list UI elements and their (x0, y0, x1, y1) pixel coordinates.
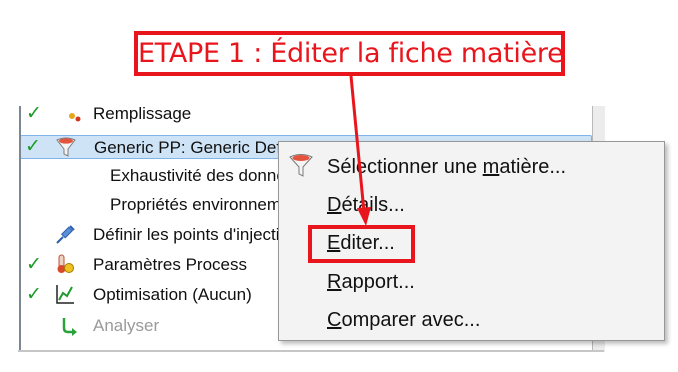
menu-item-select-material[interactable]: Sélectionner une matière... (327, 152, 566, 182)
optimization-chart-icon (56, 285, 74, 304)
injection-syringe-icon (56, 225, 75, 244)
menu-item-report[interactable]: Rapport... (327, 267, 415, 297)
tree-item-injection-points[interactable]: Définir les points d'injection (18, 223, 318, 247)
check-icon: ✓ (26, 106, 42, 124)
menu-item-compare[interactable]: Comparer avec... (327, 305, 480, 335)
tree-item-completeness[interactable]: Exhaustivité des données (18, 164, 318, 188)
tree-item-environment[interactable]: Propriétés environnementales (18, 193, 336, 217)
edit-highlight-box (308, 225, 415, 263)
tree-left-border (19, 106, 21, 352)
tree-item-optimization[interactable]: ✓ Optimisation (Aucun) (18, 283, 318, 307)
menu-item-details[interactable]: Détails... (327, 190, 405, 220)
tree-item-analyze[interactable]: Analyser (18, 314, 318, 338)
step-callout: ETAPE 1 : Éditer la fiche matière (134, 31, 565, 76)
check-icon: ✓ (26, 254, 42, 275)
check-icon: ✓ (26, 284, 42, 305)
fill-icon (69, 113, 81, 122)
process-thermometer-icon (57, 254, 74, 273)
tree-item-remplissage[interactable]: ✓ Remplissage (18, 106, 318, 126)
tree-item-process-settings[interactable]: ✓ Paramètres Process (18, 253, 318, 277)
analyze-arrow-icon (62, 318, 77, 336)
check-icon: ✓ (25, 136, 41, 157)
material-funnel-icon (289, 154, 313, 177)
material-funnel-icon (56, 137, 76, 157)
tree-bottom-border (18, 350, 604, 352)
